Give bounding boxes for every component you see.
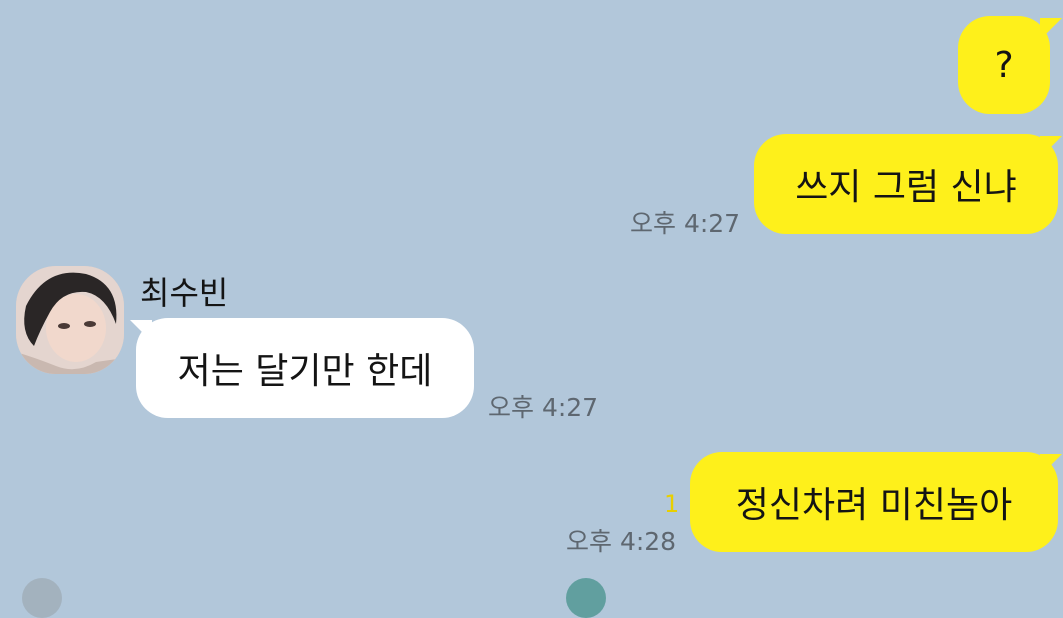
message-time: 오후 4:28 xyxy=(566,527,677,556)
unread-count: 1 xyxy=(664,490,680,518)
message-text: 저는 달기만 한데 xyxy=(177,351,433,392)
sender-name: 최수빈 xyxy=(140,274,229,312)
message-text: 쓰지 그럼 신냐 xyxy=(795,167,1017,208)
avatar[interactable] xyxy=(22,578,62,618)
message-time: 오후 4:27 xyxy=(630,209,741,238)
bubble-tail xyxy=(1040,18,1062,40)
bubble-tail xyxy=(1040,454,1062,476)
message-text: ? xyxy=(994,44,1014,86)
my-message-bubble[interactable]: 쓰지 그럼 신냐 xyxy=(754,134,1058,234)
my-message-bubble[interactable]: ? xyxy=(958,16,1050,114)
message-time: 오후 4:27 xyxy=(488,393,599,422)
bubble-tail xyxy=(1040,136,1062,158)
avatar[interactable] xyxy=(566,578,606,618)
my-message-bubble[interactable]: 정신차려 미친놈아 xyxy=(690,452,1058,552)
message-text: 정신차려 미친놈아 xyxy=(735,485,1013,526)
profile-photo xyxy=(16,266,124,374)
their-message-bubble[interactable]: 저는 달기만 한데 xyxy=(136,318,474,418)
avatar[interactable] xyxy=(16,266,124,374)
